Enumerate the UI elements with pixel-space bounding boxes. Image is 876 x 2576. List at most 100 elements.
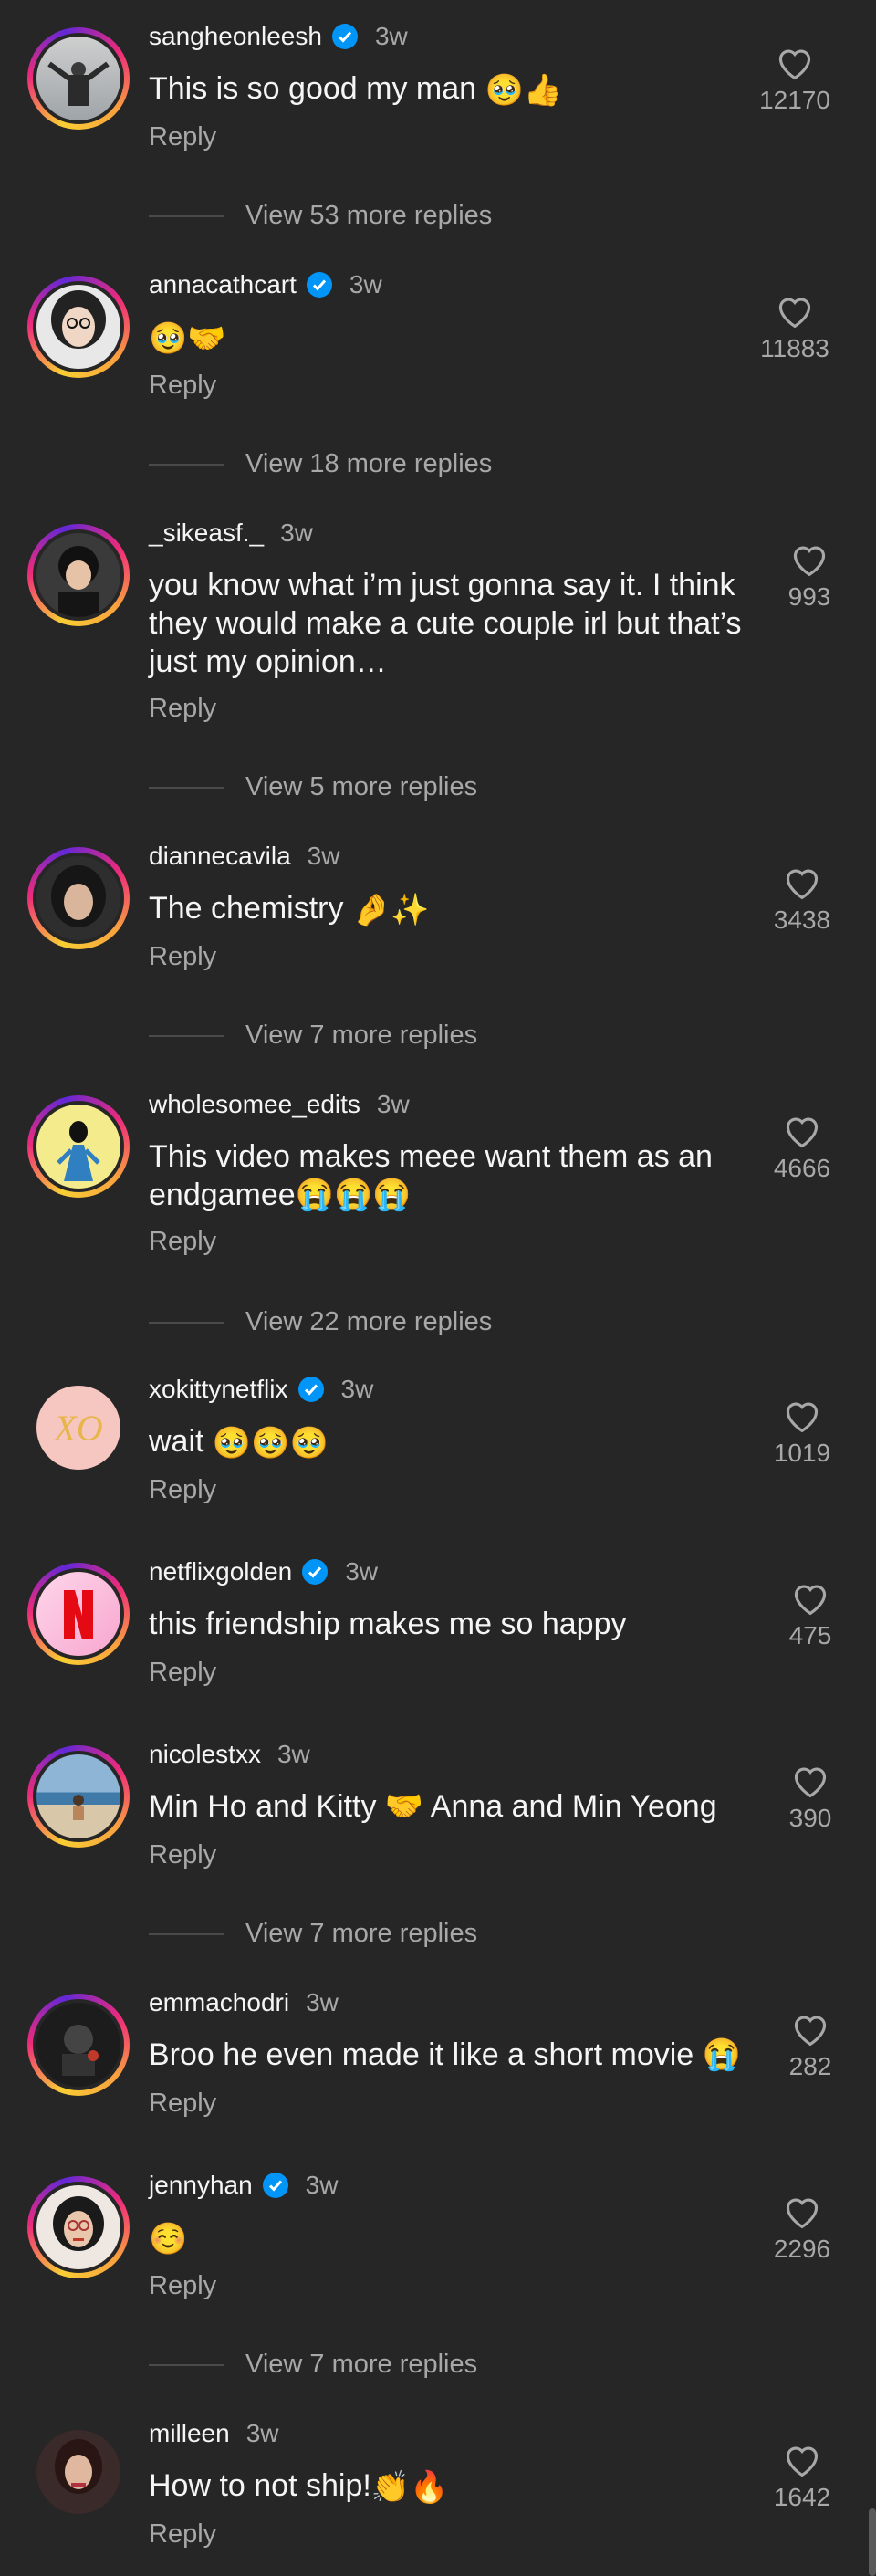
verified-badge-icon: [302, 1559, 328, 1585]
avatar[interactable]: [27, 847, 130, 949]
like-count: 2296: [773, 2235, 831, 2263]
comment-text: you know what i’m just gonna say it. I t…: [149, 566, 742, 681]
like-button[interactable]: 390: [769, 1764, 851, 1833]
view-more-replies[interactable]: View 18 more replies: [149, 449, 492, 479]
heart-icon: [778, 49, 811, 80]
avatar-photo: [58, 546, 99, 617]
comment-emojis: 👏🔥: [370, 2470, 449, 2506]
svg-text:XO: XO: [52, 1408, 102, 1449]
reply-button[interactable]: Reply: [149, 1658, 216, 1688]
avatar[interactable]: [27, 276, 130, 378]
like-button[interactable]: 1019: [761, 1398, 843, 1468]
heart-icon: [786, 2446, 819, 2477]
avatar-photo: [51, 290, 106, 349]
avatar[interactable]: [27, 2176, 130, 2278]
view-more-replies[interactable]: View 7 more replies: [149, 1919, 477, 1949]
view-more-label: View 18 more replies: [245, 449, 493, 478]
like-button[interactable]: 1642: [761, 2443, 843, 2512]
comment-text: The chemistry 🤌✨: [149, 891, 430, 928]
username[interactable]: annacathcart: [149, 270, 297, 299]
like-count: 1642: [773, 2483, 831, 2511]
avatar-photo: [47, 61, 110, 106]
comment-time: 3w: [306, 1988, 339, 2016]
like-button[interactable]: 11883: [754, 294, 836, 363]
username[interactable]: diannecavila: [149, 842, 291, 871]
view-more-label: View 7 more replies: [245, 1021, 478, 1050]
heart-icon: [794, 1767, 827, 1798]
comment-text-line: This video makes meee want them as an: [149, 1139, 713, 1174]
reply-button[interactable]: Reply: [149, 2519, 216, 2550]
scrollbar[interactable]: [869, 2508, 876, 2576]
username[interactable]: nicolestxx: [149, 1740, 261, 1769]
username[interactable]: jennyhan: [149, 2171, 253, 2200]
username[interactable]: netflixgolden: [149, 1557, 292, 1586]
heart-icon: [794, 2016, 827, 2047]
avatar[interactable]: [27, 27, 130, 130]
view-more-replies[interactable]: View 7 more replies: [149, 1021, 477, 1051]
reply-button[interactable]: Reply: [149, 2089, 216, 2119]
comment-time: 3w: [349, 270, 382, 298]
like-button[interactable]: 475: [769, 1581, 851, 1650]
avatar[interactable]: [27, 1095, 130, 1198]
reply-button[interactable]: Reply: [149, 371, 216, 401]
username[interactable]: sangheonleesh: [149, 22, 322, 51]
reply-button[interactable]: Reply: [149, 122, 216, 152]
like-count: 12170: [759, 86, 830, 114]
comment-text-line: they would make a cute couple irl but th…: [149, 606, 742, 641]
reply-button[interactable]: Reply: [149, 1840, 216, 1870]
avatar[interactable]: [27, 524, 130, 626]
comment-text: Min Ho and Kitty 🤝 Anna and Min Yeong: [149, 1789, 717, 1824]
comment-time: 3w: [376, 1090, 410, 1118]
verified-badge-icon: [306, 272, 332, 298]
username[interactable]: _sikeasf._: [149, 518, 264, 548]
view-more-replies[interactable]: View 5 more replies: [149, 772, 477, 802]
view-more-replies[interactable]: View 7 more replies: [149, 2350, 477, 2380]
reply-button[interactable]: Reply: [149, 1475, 216, 1505]
verified-badge-icon: [297, 1377, 324, 1402]
avatar-photo: XO: [52, 1408, 102, 1449]
comment-emojis: 🥹🤝: [149, 321, 226, 357]
comment-time: 3w: [345, 1557, 379, 1586]
like-button[interactable]: 282: [769, 2012, 851, 2081]
reply-button[interactable]: Reply: [149, 1227, 216, 1257]
like-button[interactable]: 993: [768, 542, 850, 612]
like-button[interactable]: 2296: [761, 2194, 843, 2264]
view-more-label: View 5 more replies: [245, 772, 478, 801]
like-count: 390: [788, 1804, 832, 1832]
view-more-label: View 7 more replies: [245, 2350, 478, 2379]
avatar[interactable]: XO: [36, 1386, 120, 1470]
like-count: 4666: [773, 1154, 831, 1182]
like-count: 282: [788, 2052, 832, 2080]
avatar[interactable]: [27, 1994, 130, 2096]
avatar[interactable]: [27, 1745, 130, 1848]
verified-badge-icon: [262, 2173, 288, 2198]
username[interactable]: xokittynetflix: [149, 1375, 288, 1404]
comment-time: 3w: [245, 2419, 279, 2447]
view-more-replies[interactable]: View 22 more replies: [149, 1307, 492, 1337]
heart-icon: [794, 1585, 827, 1616]
reply-button[interactable]: Reply: [149, 694, 216, 724]
comment-text: ☺️: [149, 2218, 187, 2258]
comment-time: 3w: [276, 1740, 310, 1768]
view-more-replies[interactable]: View 53 more replies: [149, 201, 492, 231]
heart-icon: [778, 298, 811, 329]
reply-button[interactable]: Reply: [149, 2271, 216, 2301]
comment-time: 3w: [374, 22, 408, 50]
avatar[interactable]: [27, 1563, 130, 1665]
comment-emojis: 🤌✨: [351, 893, 430, 928]
reply-button[interactable]: Reply: [149, 942, 216, 972]
like-count: 11883: [760, 334, 829, 362]
username[interactable]: wholesomee_edits: [149, 1090, 360, 1119]
heart-icon: [786, 1117, 819, 1148]
comment-time: 3w: [340, 1375, 374, 1403]
username[interactable]: emmachodri: [149, 1988, 289, 2017]
like-button[interactable]: 4666: [761, 1114, 843, 1183]
like-count: 1019: [773, 1439, 831, 1467]
view-more-label: View 7 more replies: [245, 1919, 478, 1948]
comment-text-line: endgamee😭😭😭: [149, 1178, 412, 1212]
username[interactable]: milleen: [149, 2419, 230, 2448]
avatar[interactable]: [36, 2430, 120, 2514]
like-button[interactable]: 3438: [761, 865, 843, 935]
heart-icon: [786, 1402, 819, 1433]
like-button[interactable]: 12170: [754, 46, 836, 115]
